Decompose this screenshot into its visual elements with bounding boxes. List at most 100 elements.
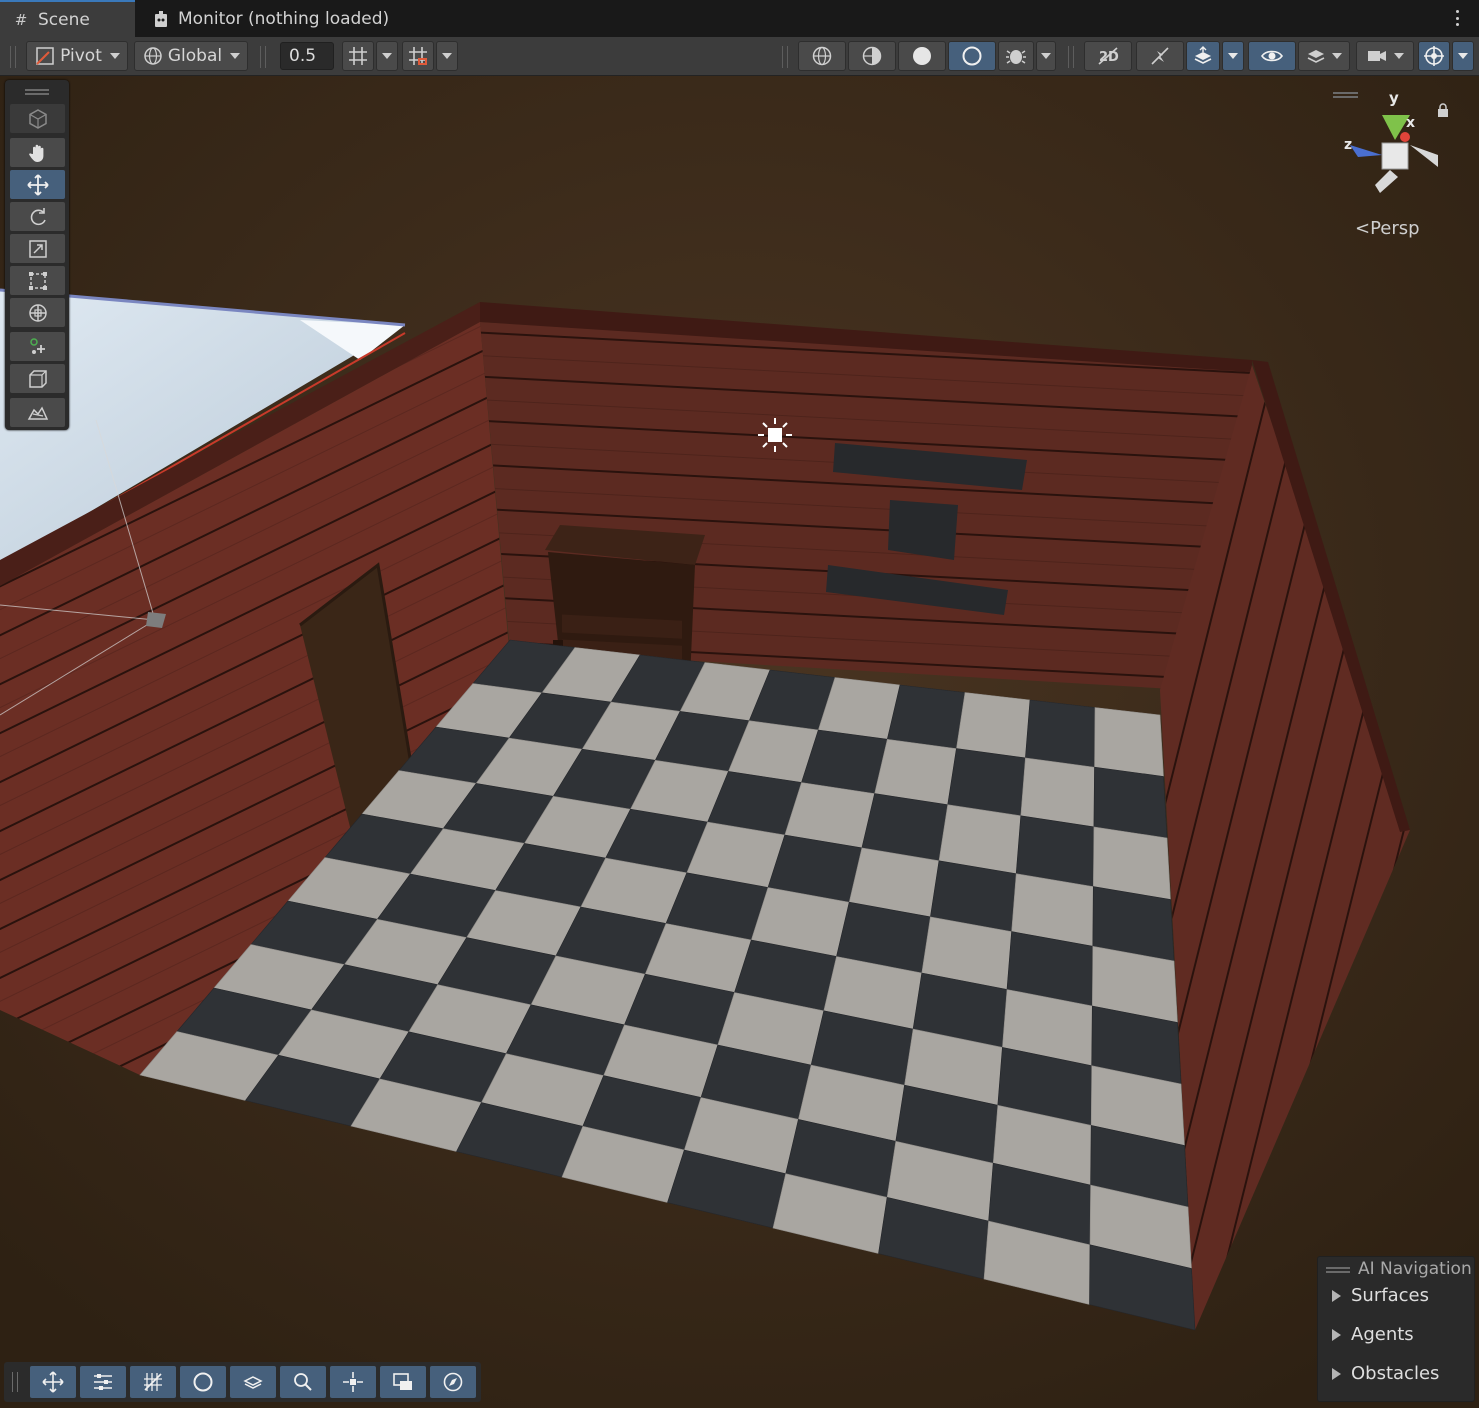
draw-mode-dropdown[interactable] xyxy=(1036,41,1056,71)
ai-nav-item-agents[interactable]: Agents xyxy=(1332,1324,1414,1345)
globe-icon xyxy=(144,47,162,65)
overlay-compass-button[interactable] xyxy=(430,1366,476,1398)
floor-tile xyxy=(886,684,966,749)
2d-off-icon: 2D xyxy=(1098,47,1119,65)
scene-viewport[interactable]: y x z <Persp AI Navigation Surfaces Agen… xyxy=(0,76,1479,1408)
toolbar-grip[interactable] xyxy=(10,46,16,68)
increment-snap-icon xyxy=(409,47,427,65)
navmesh-tool-icon xyxy=(27,405,48,420)
move-icon xyxy=(26,173,49,196)
scene-effects-button[interactable] xyxy=(1186,41,1220,71)
ai-nav-item-obstacles[interactable]: Obstacles xyxy=(1332,1363,1439,1384)
tools-overlay-handle[interactable] xyxy=(25,89,49,95)
gizmos-icon xyxy=(1424,46,1444,66)
box-collider-tool-button[interactable] xyxy=(10,364,65,393)
transform-icon xyxy=(28,303,47,322)
lighting-toggle-button[interactable] xyxy=(1136,41,1184,71)
increment-snap-button[interactable] xyxy=(402,41,434,71)
gizmos-dropdown[interactable] xyxy=(1452,41,1474,71)
layers-dropdown[interactable] xyxy=(1298,41,1350,71)
gizmo-x-label: x xyxy=(1406,115,1416,131)
shaded-wireframe-button[interactable] xyxy=(848,41,896,71)
gizmo-z-label: z xyxy=(1344,137,1353,153)
ai-nav-item-label: Surfaces xyxy=(1351,1285,1429,1306)
projection-label: Persp xyxy=(1370,218,1420,239)
floor-tile xyxy=(1093,766,1168,839)
svg-text:2D: 2D xyxy=(1099,50,1119,65)
ai-navigation-title: AI Navigation xyxy=(1358,1259,1472,1279)
ai-navigation-panel: AI Navigation Surfaces Agents Obstacles xyxy=(1317,1256,1475,1402)
shaded-sphere-icon xyxy=(962,46,982,66)
unlit-button[interactable] xyxy=(898,41,946,71)
grid-snap-dropdown[interactable] xyxy=(376,41,398,71)
toolbar-grip[interactable] xyxy=(260,46,266,68)
overlay-toolbar-grip[interactable] xyxy=(12,1372,18,1392)
layers-icon xyxy=(243,1376,263,1389)
expand-arrow-icon xyxy=(1332,1367,1341,1380)
snap-increment-field[interactable]: 0.5 xyxy=(280,42,334,70)
overlay-move-button[interactable] xyxy=(30,1366,76,1398)
ai-nav-item-surfaces[interactable]: Surfaces xyxy=(1332,1285,1429,1306)
custom-tool-button[interactable] xyxy=(10,332,65,361)
compass-icon xyxy=(443,1372,463,1392)
pivot-dropdown[interactable]: Pivot xyxy=(26,41,128,71)
search-icon xyxy=(294,1373,312,1391)
toolbar-grip[interactable] xyxy=(1068,46,1074,68)
shaded-wireframe-sphere-icon xyxy=(862,46,882,66)
hand-tool-button[interactable] xyxy=(10,138,65,167)
move-tool-button[interactable] xyxy=(10,170,65,199)
debug-draw-mode-button[interactable] xyxy=(998,41,1034,71)
floor-tile xyxy=(874,738,957,806)
rotate-icon xyxy=(30,207,46,225)
floor-tile xyxy=(1025,699,1096,768)
overlay-pivot-button[interactable] xyxy=(330,1366,376,1398)
grid-snap-button[interactable] xyxy=(342,41,374,71)
scene-render xyxy=(0,76,1479,1408)
overlay-shading-button[interactable] xyxy=(180,1366,226,1398)
increment-snap-dropdown[interactable] xyxy=(436,41,458,71)
global-dropdown[interactable]: Global xyxy=(134,41,248,71)
navmesh-tool-button[interactable] xyxy=(10,398,65,427)
pivot-label: Pivot xyxy=(60,46,102,66)
grid-snap-icon xyxy=(144,1373,162,1391)
ai-navigation-handle[interactable] xyxy=(1326,1267,1350,1273)
projection-toggle[interactable]: <Persp xyxy=(1355,218,1420,239)
lock-icon[interactable] xyxy=(1437,102,1449,117)
overlay-layers-button[interactable] xyxy=(230,1366,276,1398)
wireframe-button[interactable] xyxy=(798,41,846,71)
camera-icon xyxy=(393,1373,412,1390)
overlay-grid-button[interactable] xyxy=(130,1366,176,1398)
persp-chevron-icon: < xyxy=(1355,218,1371,239)
directional-light-icon xyxy=(758,418,792,452)
scene-visibility-button[interactable] xyxy=(1248,41,1296,71)
grid-snap-icon xyxy=(349,47,367,65)
overlay-toolbar xyxy=(4,1362,481,1402)
overlay-settings-button[interactable] xyxy=(80,1366,126,1398)
tab-bar: # Scene Monitor (nothing loaded) xyxy=(0,0,1479,38)
view-2d-3d-cube-icon[interactable] xyxy=(10,104,65,133)
tab-monitor[interactable]: Monitor (nothing loaded) xyxy=(140,0,410,37)
rect-tool-button[interactable] xyxy=(10,266,65,295)
hand-icon xyxy=(28,144,43,162)
pivot-icon xyxy=(36,47,54,65)
scene-effects-dropdown[interactable] xyxy=(1222,41,1244,71)
2d-toggle-button[interactable]: 2D xyxy=(1084,41,1132,71)
overlay-camera-button[interactable] xyxy=(380,1366,426,1398)
shaded-button[interactable] xyxy=(948,41,996,71)
gizmos-button[interactable] xyxy=(1418,41,1450,71)
more-options-icon[interactable] xyxy=(1447,7,1467,29)
tab-scene-label: Scene xyxy=(38,9,90,30)
transform-tool-button[interactable] xyxy=(10,298,65,327)
rotate-tool-button[interactable] xyxy=(10,202,65,231)
x-axis-cone[interactable] xyxy=(1400,132,1410,142)
scale-tool-button[interactable] xyxy=(10,234,65,263)
gizmo-y-label: y xyxy=(1389,89,1399,107)
overlay-search-button[interactable] xyxy=(280,1366,326,1398)
toolbar-grip[interactable] xyxy=(782,46,788,68)
expand-arrow-icon xyxy=(1332,1289,1341,1302)
scene-toolbar: Pivot Global 0.5 2D xyxy=(0,37,1479,76)
z-axis-cone[interactable] xyxy=(1350,145,1382,157)
ai-nav-item-label: Obstacles xyxy=(1351,1363,1440,1384)
tab-scene[interactable]: # Scene xyxy=(0,0,135,37)
camera-settings-dropdown[interactable] xyxy=(1356,41,1414,71)
